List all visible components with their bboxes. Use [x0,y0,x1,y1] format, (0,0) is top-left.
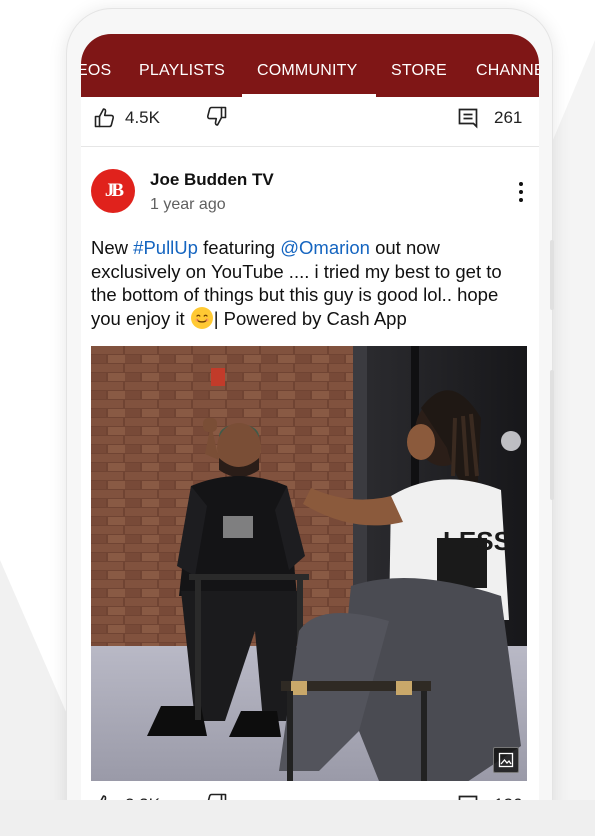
channel-avatar[interactable]: JB [91,169,135,213]
more-vertical-icon [519,182,523,186]
thumbs-up-icon [94,108,115,128]
phone-screen: EOS PLAYLISTS COMMUNITY STORE CHANNE 4.5… [81,34,539,836]
post-image[interactable]: LESS [91,346,527,781]
dislike-button[interactable] [204,104,228,128]
tab-store[interactable]: STORE [391,62,447,80]
photo-illustration: LESS [91,346,527,781]
tab-channels[interactable]: CHANNE [476,62,539,80]
hashtag-link[interactable]: #PullUp [133,237,198,258]
post-text-part: | Powered by Cash App [213,307,407,329]
more-options-button[interactable] [511,178,531,206]
phone-power-button [550,370,554,500]
post-body: New #PullUp featuring @Omarion out now e… [91,236,531,330]
mention-link[interactable]: @Omarion [280,237,370,258]
smiling-face-emoji-icon [190,306,213,329]
post-divider [81,146,539,147]
previous-post-actions: 4.5K 261 [81,97,539,141]
thumbs-down-icon [206,106,227,126]
image-icon[interactable] [493,747,519,773]
tab-videos[interactable]: EOS [81,62,111,80]
tab-community[interactable]: COMMUNITY [257,62,357,80]
comments-button[interactable]: 261 [456,106,522,130]
bottom-gray-band [0,800,595,836]
channel-tab-bar: EOS PLAYLISTS COMMUNITY STORE CHANNE [81,34,539,97]
comment-count: 261 [494,108,523,127]
like-count: 4.5K [125,108,160,127]
like-button[interactable]: 4.5K [93,106,160,130]
phone-volume-button [550,240,554,310]
shirt-text: LESS [443,526,511,556]
tab-playlists[interactable]: PLAYLISTS [139,62,225,80]
channel-name[interactable]: Joe Budden TV [150,170,274,190]
post-text-part: featuring [197,237,281,258]
post-text-part: New [91,237,134,258]
comment-icon [458,108,478,129]
avatar-logo: JB [104,180,124,201]
post-timestamp: 1 year ago [150,196,226,213]
